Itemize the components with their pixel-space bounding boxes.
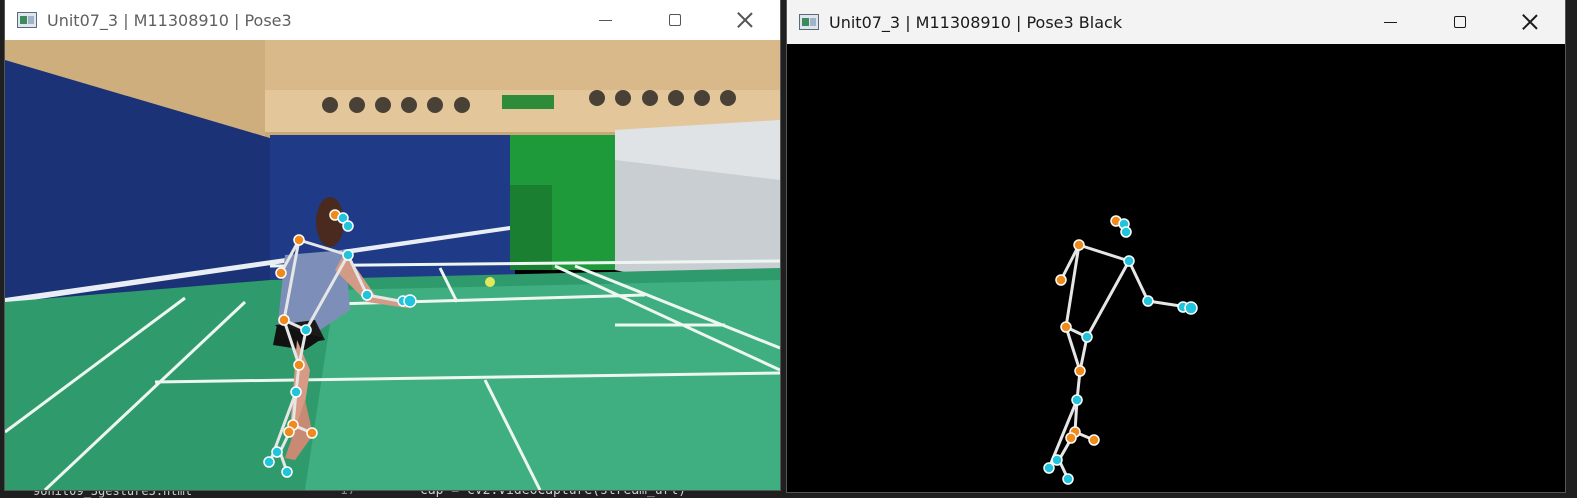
maximize-button[interactable] bbox=[1425, 0, 1495, 44]
close-button[interactable] bbox=[710, 0, 780, 40]
maximize-icon bbox=[1454, 16, 1466, 28]
window-title: Unit07_3 | M11308910 | Pose3 bbox=[47, 10, 292, 30]
close-icon bbox=[1522, 14, 1538, 30]
window-title: Unit07_3 | M11308910 | Pose3 Black bbox=[829, 12, 1123, 32]
minimize-button[interactable] bbox=[570, 0, 640, 40]
minimize-button[interactable] bbox=[1355, 0, 1425, 44]
maximize-icon bbox=[669, 14, 681, 26]
pose3-black-titlebar[interactable]: Unit07_3 | M11308910 | Pose3 Black bbox=[787, 0, 1565, 44]
opencv-window-icon bbox=[17, 12, 37, 28]
pose3-black-window: Unit07_3 | M11308910 | Pose3 Black bbox=[787, 0, 1565, 492]
video-frame bbox=[5, 40, 780, 490]
skeleton-only-canvas bbox=[787, 44, 1565, 492]
close-icon bbox=[737, 12, 753, 28]
pose3-window: Unit07_3 | M11308910 | Pose3 bbox=[5, 0, 780, 490]
close-button[interactable] bbox=[1495, 0, 1565, 44]
pose3-titlebar[interactable]: Unit07_3 | M11308910 | Pose3 bbox=[5, 0, 780, 40]
window-controls bbox=[1355, 0, 1565, 44]
maximize-button[interactable] bbox=[640, 0, 710, 40]
opencv-window-icon bbox=[799, 14, 819, 30]
window-controls bbox=[570, 0, 780, 40]
black-pose-canvas bbox=[787, 44, 1565, 492]
badminton-court-scene bbox=[5, 40, 780, 490]
minimize-icon bbox=[598, 19, 612, 21]
minimize-icon bbox=[1383, 21, 1397, 23]
